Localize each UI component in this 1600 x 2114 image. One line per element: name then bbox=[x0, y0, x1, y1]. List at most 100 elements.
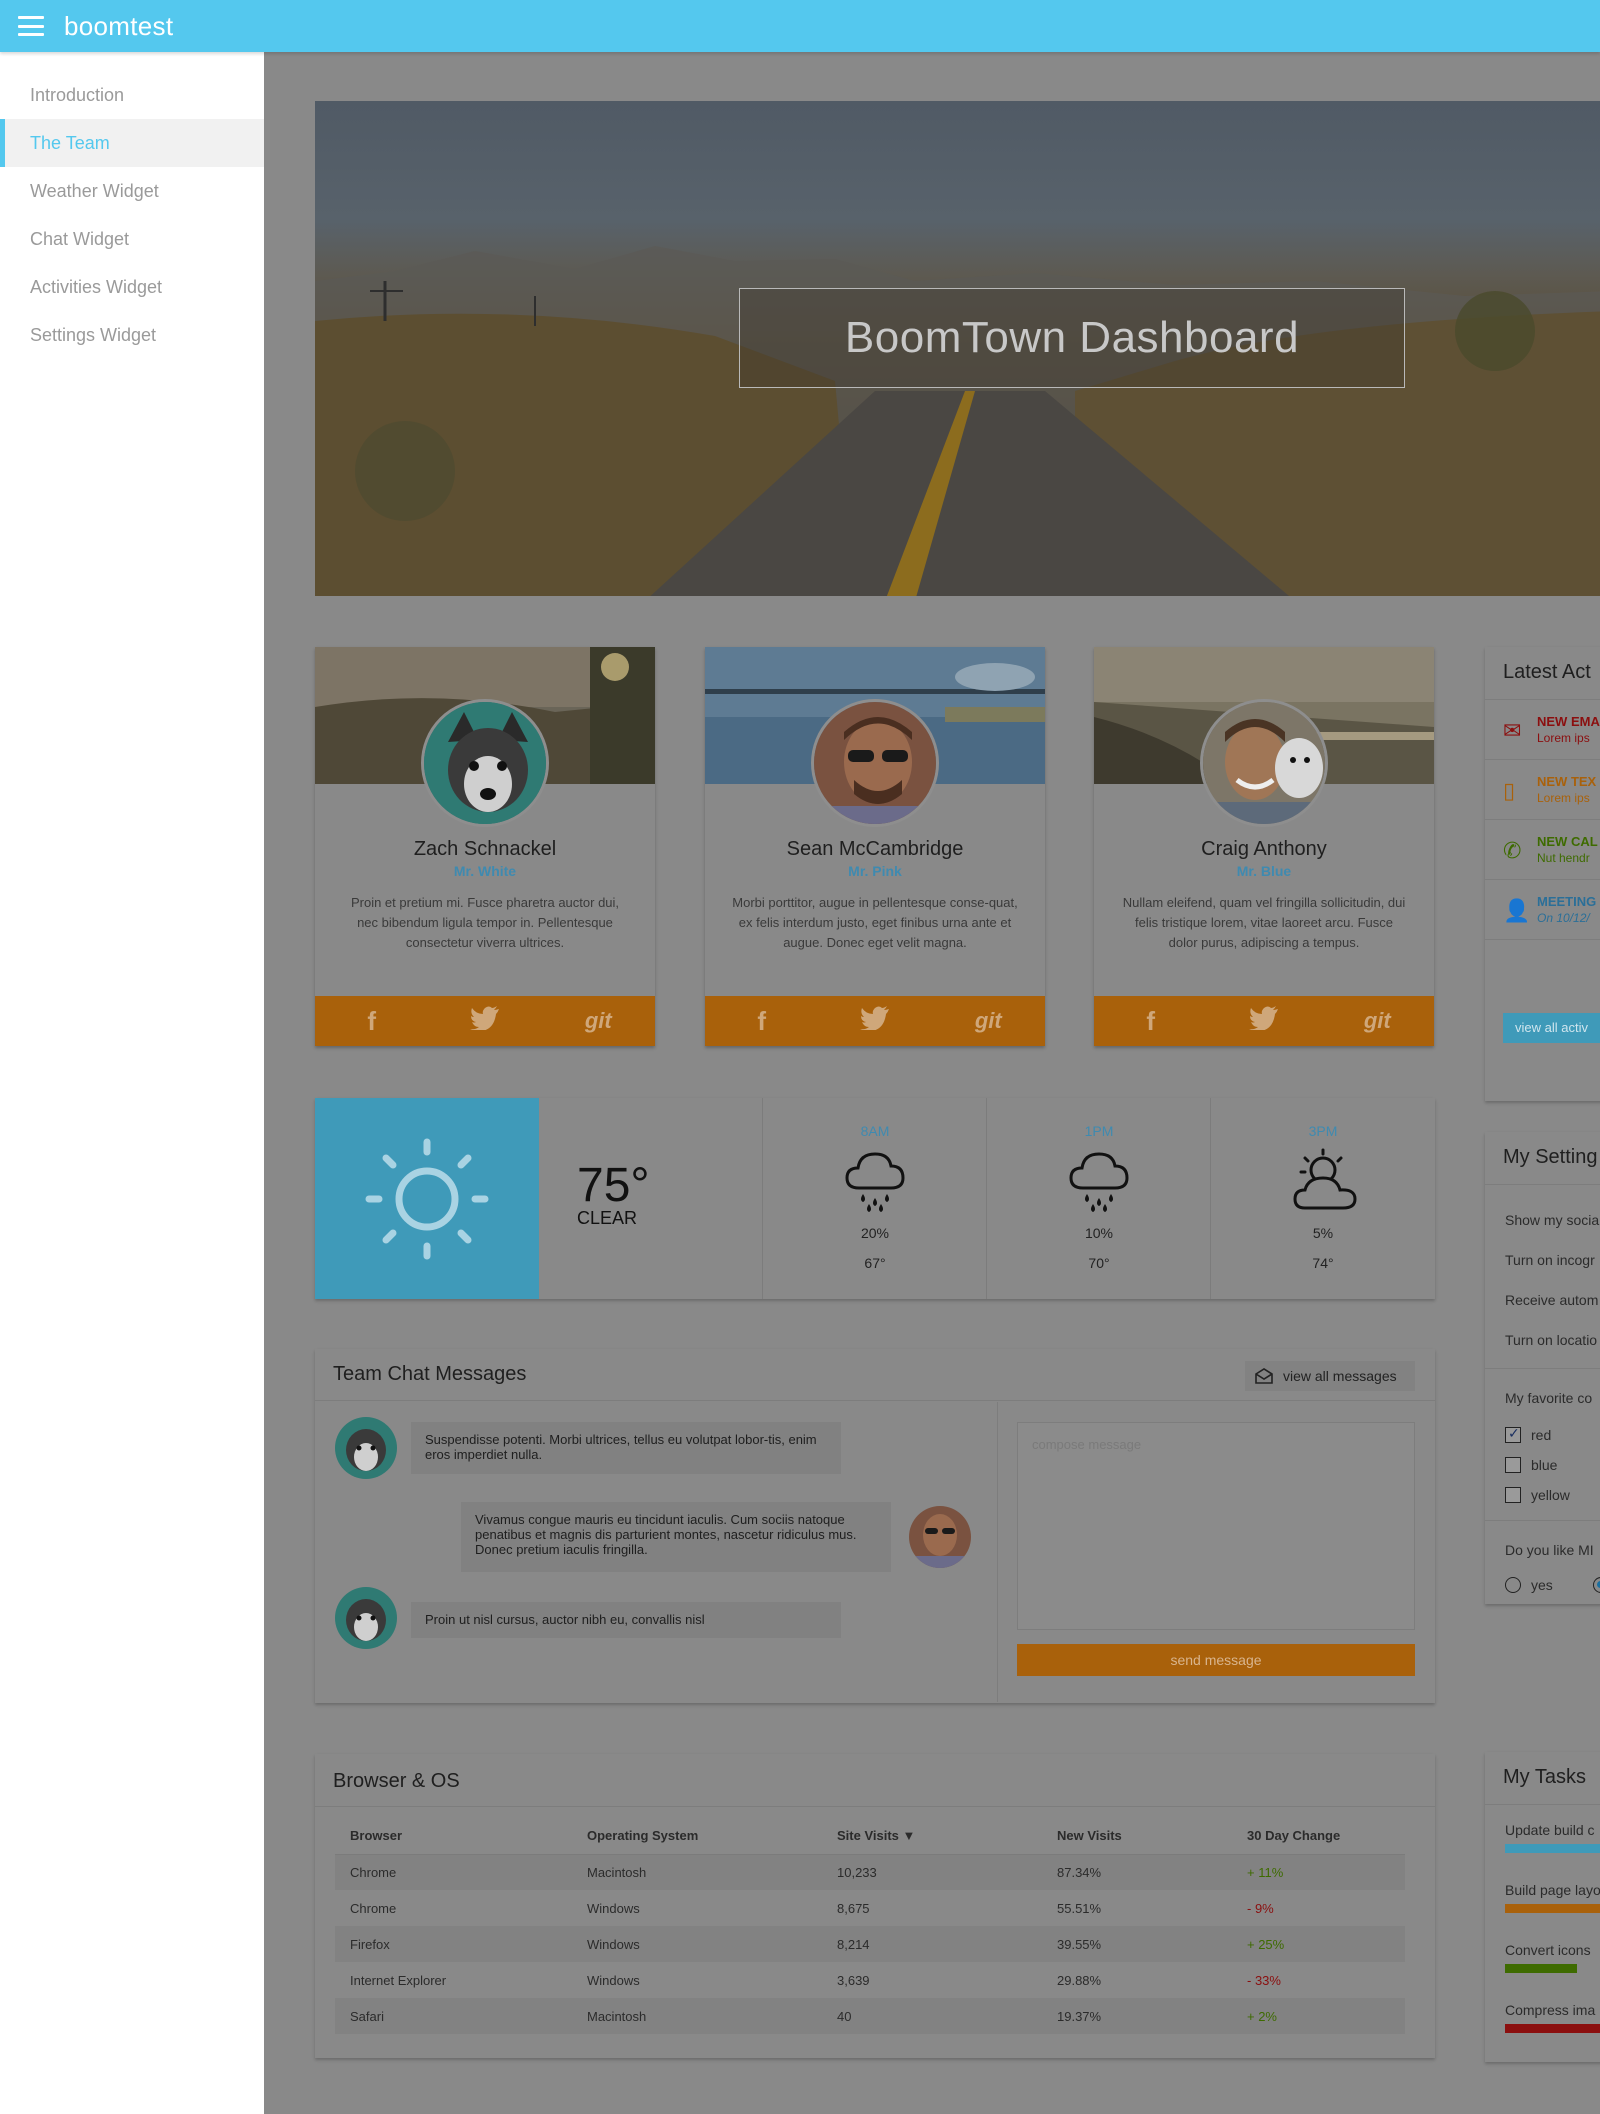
settings-title: My Setting bbox=[1503, 1146, 1598, 1168]
activity-item[interactable]: ✆ NEW CAL Nut hendr bbox=[1485, 820, 1600, 880]
my-tasks-widget: My Tasks Update build c Build page layo … bbox=[1485, 1752, 1600, 2062]
cell-new-visits: 55.51% bbox=[1057, 1900, 1102, 1916]
cell-os: Windows bbox=[587, 1900, 640, 1916]
rain-cloud-icon bbox=[845, 1152, 905, 1212]
cell-change: + 2% bbox=[1232, 1998, 1405, 2034]
radio-yes[interactable] bbox=[1505, 1577, 1521, 1593]
sidebar: Introduction The Team Weather Widget Cha… bbox=[0, 52, 264, 2114]
sidebar-item-chat-widget[interactable]: Chat Widget bbox=[0, 215, 264, 263]
cell-new-visits: 19.37% bbox=[1042, 1998, 1232, 2034]
team-member-alias: Mr. Blue bbox=[1236, 863, 1292, 879]
facebook-icon[interactable]: f bbox=[342, 1006, 402, 1037]
open-envelope-icon bbox=[1255, 1368, 1273, 1384]
checkbox-blue[interactable] bbox=[1505, 1457, 1521, 1473]
current-condition: CLEAR bbox=[577, 1208, 638, 1228]
activity-title: Latest Act bbox=[1503, 661, 1591, 683]
column-header-30-day-change[interactable]: 30 Day Change bbox=[1232, 1818, 1405, 1855]
task-progress-bar bbox=[1505, 1964, 1577, 1973]
avatar bbox=[1200, 699, 1328, 827]
git-icon[interactable]: git bbox=[1347, 1008, 1407, 1034]
forecast-precip: 5% bbox=[1312, 1225, 1334, 1241]
hero-title-box: BoomTown Dashboard bbox=[739, 288, 1405, 388]
checkbox-red[interactable] bbox=[1505, 1425, 1521, 1443]
twitter-icon[interactable] bbox=[1234, 1005, 1294, 1037]
git-icon[interactable]: git bbox=[568, 1008, 628, 1034]
partly-cloudy-icon bbox=[1293, 1148, 1357, 1210]
activity-item-title: NEW TEX bbox=[1537, 774, 1597, 789]
checkbox-yellow[interactable] bbox=[1505, 1487, 1521, 1503]
chat-message-list: Suspendisse potenti. Morbi ultrices, tel… bbox=[315, 1402, 998, 1702]
sidebar-item-the-team[interactable]: The Team bbox=[0, 119, 264, 167]
task-label: Compress ima bbox=[1505, 2002, 1596, 2018]
sun-icon bbox=[365, 1138, 489, 1260]
chat-message: Proin ut nisl cursus, auctor nibh eu, co… bbox=[411, 1602, 841, 1638]
browser-os-widget: Browser & OS Browser Operating System Si… bbox=[315, 1754, 1435, 2058]
current-temperature: 75° bbox=[577, 1159, 650, 1212]
column-header-new-visits[interactable]: New Visits bbox=[1042, 1818, 1232, 1855]
chat-header: Team Chat Messages view all messages bbox=[315, 1349, 1435, 1401]
task-progress-bar bbox=[1505, 1844, 1600, 1853]
cell-change: + 11% bbox=[1232, 1854, 1405, 1890]
cell-new-visits: 39.55% bbox=[1042, 1926, 1232, 1962]
hero-banner: BoomTown Dashboard bbox=[315, 101, 1600, 596]
cell-browser: Firefox bbox=[335, 1926, 572, 1962]
envelope-icon: ✉ bbox=[1503, 718, 1522, 743]
sidebar-item-settings-widget[interactable]: Settings Widget bbox=[0, 311, 264, 359]
radio-label: yes bbox=[1531, 1577, 1553, 1593]
facebook-icon[interactable]: f bbox=[732, 1006, 792, 1037]
sidebar-item-activities-widget[interactable]: Activities Widget bbox=[0, 263, 264, 311]
compose-message-input[interactable]: compose message bbox=[1017, 1422, 1415, 1630]
cell-browser: Chrome bbox=[350, 1900, 397, 1916]
column-header-browser[interactable]: Browser bbox=[335, 1818, 572, 1855]
chat-title: Team Chat Messages bbox=[333, 1363, 527, 1385]
cell-new-visits: 87.34% bbox=[1042, 1854, 1232, 1890]
view-all-messages-label: view all messages bbox=[1283, 1368, 1397, 1384]
activity-item[interactable]: ▯ NEW TEX Lorem ips bbox=[1485, 760, 1600, 820]
cell-new-visits: 29.88% bbox=[1057, 1972, 1102, 1988]
forecast-precip: 10% bbox=[1084, 1225, 1114, 1241]
git-icon[interactable]: git bbox=[958, 1008, 1018, 1034]
team-member-name: Sean McCambridge bbox=[786, 838, 964, 860]
facebook-icon[interactable]: f bbox=[1121, 1006, 1181, 1037]
browser-os-table: Browser Operating System Site Visits ▼ N… bbox=[335, 1818, 1405, 2034]
top-app-bar: boomtest bbox=[0, 0, 1600, 52]
view-all-messages-button[interactable]: view all messages bbox=[1245, 1361, 1415, 1391]
radio-no[interactable] bbox=[1593, 1577, 1600, 1593]
team-card: Sean McCambridge Mr. Pink Morbi porttito… bbox=[705, 647, 1045, 1046]
avatar bbox=[811, 699, 939, 827]
settings-toggle-label[interactable]: Receive autom bbox=[1505, 1292, 1598, 1308]
team-card: Zach Schnackel Mr. White Proin et pretiu… bbox=[315, 647, 655, 1046]
forecast-slot: 3PM 5% 74° bbox=[1211, 1098, 1435, 1299]
settings-toggle-label[interactable]: Turn on incogr bbox=[1505, 1252, 1595, 1268]
settings-toggle-label[interactable]: Show my socia bbox=[1505, 1212, 1599, 1228]
team-member-bio: Morbi porttitor, augue in pellentesque c… bbox=[732, 895, 1018, 950]
like-question: Do you like MI bbox=[1505, 1542, 1594, 1558]
column-header-site-visits[interactable]: Site Visits ▼ bbox=[822, 1818, 1042, 1855]
current-weather-panel bbox=[315, 1098, 539, 1299]
sidebar-item-introduction[interactable]: Introduction bbox=[0, 71, 264, 119]
send-message-button[interactable]: send message bbox=[1017, 1644, 1415, 1676]
activity-item-title: NEW CAL bbox=[1537, 834, 1598, 849]
twitter-icon[interactable] bbox=[455, 1005, 515, 1037]
settings-toggle-label[interactable]: Turn on locatio bbox=[1505, 1332, 1597, 1348]
activity-item[interactable]: ✉ NEW EMA Lorem ips bbox=[1485, 700, 1600, 760]
hamburger-menu-icon[interactable] bbox=[18, 16, 44, 36]
sidebar-item-weather-widget[interactable]: Weather Widget bbox=[0, 167, 264, 215]
activity-item-subtitle: Lorem ips bbox=[1537, 731, 1590, 745]
team-member-bio: Proin et pretium mi. Fusce pharetra auct… bbox=[350, 895, 620, 950]
twitter-icon[interactable] bbox=[845, 1005, 905, 1037]
tasks-title: My Tasks bbox=[1503, 1766, 1586, 1788]
main-content: BoomTown Dashboard Zach Schnackel Mr. Wh… bbox=[264, 52, 1600, 2114]
view-all-activities-button[interactable]: view all activ bbox=[1503, 1013, 1600, 1043]
current-weather-summary: 75° CLEAR bbox=[539, 1098, 763, 1299]
activity-item[interactable]: 👤 MEETING On 10/12/ bbox=[1485, 880, 1600, 940]
column-header-os[interactable]: Operating System bbox=[572, 1818, 822, 1855]
activity-item-subtitle: Nut hendr bbox=[1537, 851, 1590, 865]
team-member-bio: Nullam eleifend, quam vel fringilla soll… bbox=[1122, 895, 1406, 950]
meeting-icon: 👤 bbox=[1503, 898, 1531, 923]
task-progress-bar bbox=[1505, 2024, 1600, 2033]
team-social-bar: f git bbox=[315, 996, 655, 1046]
table-row: Internet Explorer Windows 3,639 29.88% -… bbox=[335, 1962, 1405, 1998]
cell-browser: Internet Explorer bbox=[350, 1972, 447, 1988]
cell-change: - 9% bbox=[1247, 1900, 1274, 1916]
